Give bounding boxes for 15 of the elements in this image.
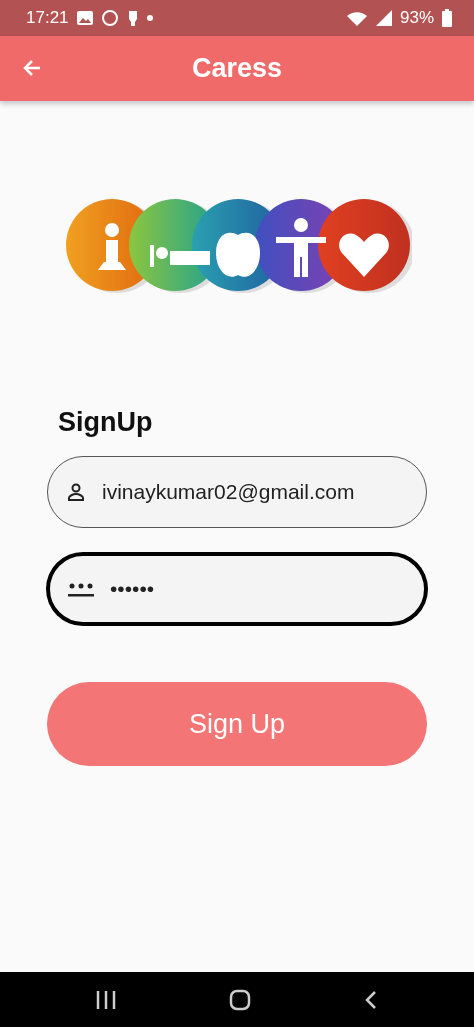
- dot-icon: [146, 15, 153, 21]
- recent-apps-icon[interactable]: [96, 990, 117, 1009]
- back-icon[interactable]: [363, 989, 378, 1010]
- password-field[interactable]: ••••••: [47, 553, 427, 625]
- signal-icon: [375, 10, 392, 26]
- home-icon[interactable]: [229, 988, 251, 1011]
- battery-level: 93%: [399, 8, 434, 28]
- person-icon: [66, 482, 86, 502]
- wifi-icon: [345, 10, 368, 26]
- form-heading: SignUp: [58, 407, 153, 438]
- status-time: 17:21: [26, 8, 69, 28]
- gallery-icon: [76, 11, 93, 25]
- email-field[interactable]: ivinaykumar02@gmail.com: [47, 456, 427, 528]
- battery-icon: [442, 9, 452, 27]
- app-title: Caress: [191, 53, 283, 84]
